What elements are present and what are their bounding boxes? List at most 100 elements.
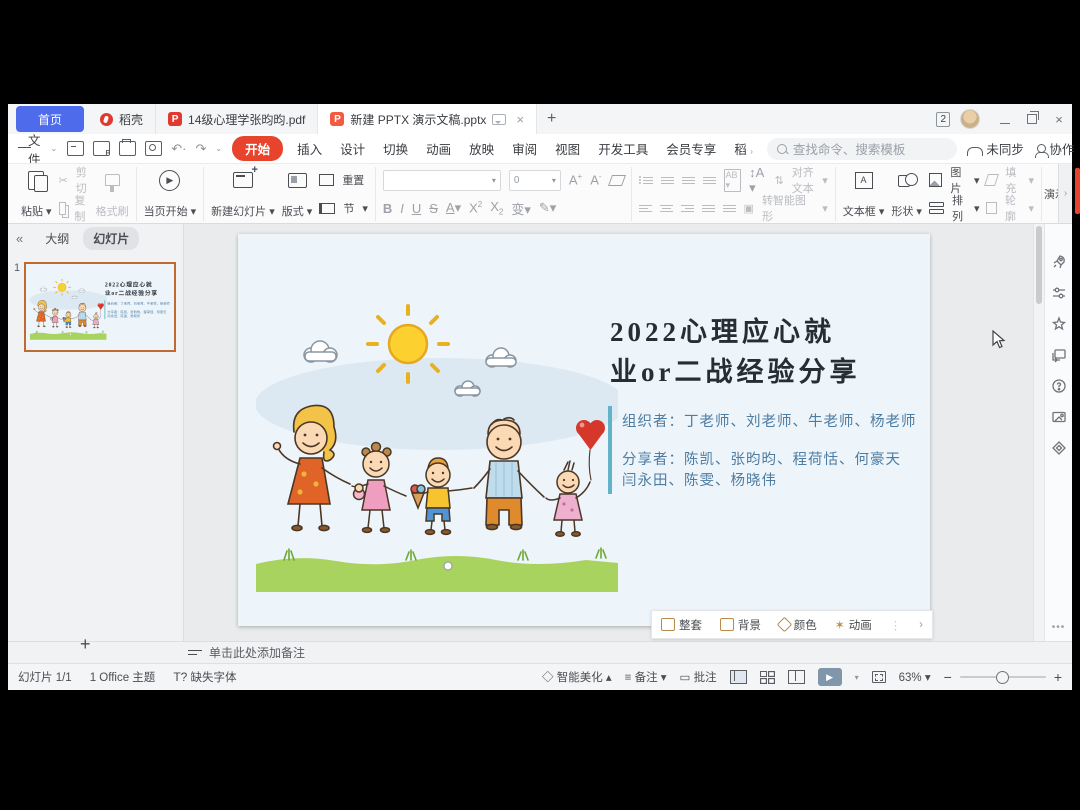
cut-button[interactable]: ✂ 剪切	[59, 169, 89, 191]
quick-access-chevron-icon[interactable]: ⌄	[215, 144, 222, 153]
fit-slide-icon[interactable]	[872, 671, 886, 683]
collaborate-button[interactable]: 协作	[1037, 139, 1075, 158]
beautify-icon[interactable]	[1051, 316, 1067, 332]
slideshow-play-button[interactable]: ▶	[818, 668, 842, 686]
docer-resources-icon[interactable]	[1051, 254, 1067, 270]
italic-button[interactable]: I	[400, 201, 404, 216]
tab-pdf-document[interactable]: P 14级心理学张昀昀.pdf	[156, 104, 318, 134]
slide-title[interactable]: 2022心理应心就业or二战经验分享	[610, 312, 922, 392]
align-text-button[interactable]: ⇅ 对齐文本 ▾	[775, 169, 828, 191]
zoom-track[interactable]	[960, 676, 1046, 678]
menu-tab-slideshow[interactable]: 放映	[465, 136, 498, 161]
superscript-button[interactable]: X2	[469, 200, 482, 215]
properties-icon[interactable]	[1051, 285, 1067, 301]
normal-view-icon[interactable]	[730, 670, 747, 684]
undo-icon[interactable]: ↶·	[171, 141, 186, 157]
font-size-select[interactable]: 0▾	[509, 170, 561, 191]
decrease-font-icon[interactable]: A-	[590, 172, 601, 187]
theme-set-button[interactable]: 整套	[661, 617, 702, 633]
bullet-list-icon[interactable]	[639, 177, 653, 184]
copy-button[interactable]: 复制	[59, 197, 89, 219]
window-count-badge[interactable]: 2	[936, 112, 950, 127]
reading-view-icon[interactable]	[788, 670, 805, 684]
ribbon-expand-strip[interactable]: ›	[1058, 164, 1072, 223]
layout-button[interactable]: 版式 ▾	[282, 167, 313, 221]
text-effect-button[interactable]: 变▾	[511, 199, 531, 218]
menu-tab-insert[interactable]: 插入	[293, 136, 326, 161]
restore-button[interactable]	[1027, 114, 1037, 124]
strikethrough-button[interactable]: S	[429, 201, 438, 216]
section-button[interactable]: 节 ▾	[319, 197, 368, 219]
color-button[interactable]: 颜色	[779, 617, 817, 633]
fill-button[interactable]: 填充 ▾	[986, 169, 1034, 191]
play-from-current-button[interactable]: ▶ 当页开始 ▾	[144, 167, 197, 221]
menu-tab-design[interactable]: 设计	[336, 136, 369, 161]
decrease-indent-icon[interactable]	[682, 177, 695, 184]
slide-organizers-text[interactable]: 组织者：丁老师、刘老师、牛老师、杨老师	[622, 412, 922, 433]
menu-tab-view[interactable]: 视图	[551, 136, 584, 161]
smart-beautify-button[interactable]: ◇ 智能美化 ▴	[542, 669, 612, 685]
shape-tools-icon[interactable]	[1051, 440, 1067, 456]
highlight-button[interactable]: ✎▾	[539, 200, 556, 216]
text-box-button[interactable]: A 文本框 ▾	[843, 167, 885, 221]
panel-collapse-icon[interactable]: «	[16, 231, 23, 246]
slide-thumbnail[interactable]: 2022心理应心就业or二战经验分享 组织者：丁老师、刘老师、牛老师、杨老师 分…	[24, 262, 176, 352]
background-button[interactable]: 背景	[720, 617, 761, 633]
bold-button[interactable]: B	[383, 201, 392, 216]
shape-button[interactable]: 形状 ▾	[891, 167, 922, 221]
picture-button[interactable]: 图片 ▾	[929, 169, 980, 191]
new-slide-button[interactable]: 新建幻灯片 ▾	[211, 167, 275, 221]
message-bubble-icon[interactable]	[492, 114, 506, 125]
numbered-list-icon[interactable]	[661, 177, 674, 184]
menu-tab-member[interactable]: 会员专享	[662, 136, 720, 161]
tab-slides[interactable]: 幻灯片	[83, 227, 139, 250]
align-right-icon[interactable]	[681, 205, 694, 212]
tab-docer[interactable]: 稻壳	[88, 104, 156, 134]
user-avatar[interactable]	[960, 109, 980, 129]
align-center-icon[interactable]	[660, 205, 673, 212]
menu-tab-review[interactable]: 审阅	[508, 136, 541, 161]
zoom-slider[interactable]: − +	[944, 669, 1062, 685]
sync-status[interactable]: 未同步	[967, 139, 1024, 158]
text-direction-icon[interactable]: AB ▾	[724, 169, 742, 192]
file-menu[interactable]: 文件	[28, 130, 41, 168]
add-slide-button[interactable]: +	[80, 634, 91, 655]
slide-sharers-text[interactable]: 分享者：陈凯、张昀昀、程荷恬、何豪天闫永田、陈雯、杨晓伟	[622, 450, 922, 492]
smart-graphic-button[interactable]: ▣ 转智能图形 ▾	[744, 197, 828, 219]
export-pdf-icon[interactable]	[93, 141, 110, 156]
zoom-in-button[interactable]: +	[1054, 669, 1062, 685]
zoom-knob[interactable]	[996, 671, 1009, 684]
zoom-out-button[interactable]: −	[944, 669, 952, 685]
print-preview-icon[interactable]	[145, 141, 162, 156]
tab-pptx-document[interactable]: P 新建 PPTX 演示文稿.pptx ×	[318, 104, 537, 134]
distribute-icon[interactable]	[723, 205, 736, 212]
animation-button[interactable]: ✶动画	[835, 617, 872, 633]
slide-editor[interactable]: 2022心理应心就业or二战经验分享 组织者：丁老师、刘老师、牛老师、杨老师 分…	[238, 234, 930, 626]
menu-tab-transition[interactable]: 切换	[379, 136, 412, 161]
subscript-button[interactable]: X2	[490, 199, 503, 217]
menu-tab-home[interactable]: 开始	[232, 136, 283, 161]
tab-home[interactable]: 首页	[16, 106, 84, 132]
notes-bar[interactable]: 单击此处添加备注	[8, 641, 1072, 663]
outline-button[interactable]: 轮廓 ▾	[986, 197, 1034, 219]
tab-close-icon[interactable]: ×	[516, 112, 524, 127]
reset-button[interactable]: 重置	[319, 169, 368, 191]
redo-icon[interactable]: ↷	[195, 141, 206, 157]
close-button[interactable]: ×	[1046, 112, 1072, 127]
rail-more-icon[interactable]: •••	[1052, 622, 1066, 633]
font-color-button[interactable]: A▾	[446, 200, 461, 216]
missing-font-warning[interactable]: T? 缺失字体	[173, 669, 236, 685]
menu-tab-animation[interactable]: 动画	[422, 136, 455, 161]
arrange-button[interactable]: 排列 ▾	[929, 197, 980, 219]
vertical-scrollbar[interactable]	[1033, 224, 1044, 641]
increase-indent-icon[interactable]	[703, 177, 716, 184]
save-icon[interactable]	[67, 141, 84, 156]
menu-tab-devtools[interactable]: 开发工具	[594, 136, 652, 161]
theme-indicator[interactable]: 1 Office 主题	[90, 669, 156, 685]
transition-icon[interactable]	[1051, 347, 1067, 363]
media-icon[interactable]	[1051, 409, 1067, 425]
tab-outline[interactable]: 大纲	[35, 227, 79, 250]
minimize-button[interactable]	[1000, 115, 1010, 124]
menu-tab-docer-resource[interactable]: 稻 ›	[730, 136, 757, 161]
print-icon[interactable]	[119, 141, 136, 156]
